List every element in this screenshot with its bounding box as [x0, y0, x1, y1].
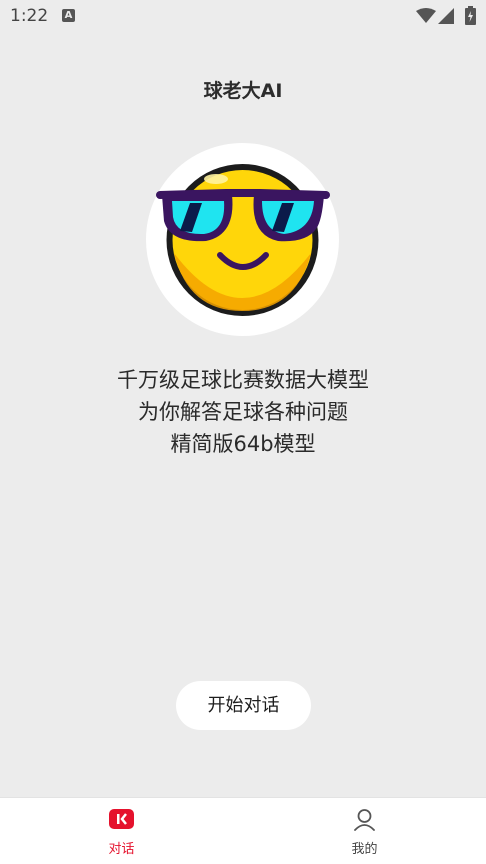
- bottom-edge: [0, 860, 486, 864]
- app-title: 球老大AI: [203, 80, 283, 102]
- app-screen: 1:22 A 球老大AI 千万级足球比赛数据大模型 为你解答足球各种问题 精简版…: [0, 0, 486, 864]
- description: 千万级足球比赛数据大模型 为你解答足球各种问题 精简版64b模型: [0, 364, 486, 460]
- chat-icon: [109, 809, 134, 829]
- tab-chat[interactable]: 对话: [0, 798, 243, 861]
- status-time: 1:22: [10, 6, 49, 26]
- description-line: 为你解答足球各种问题: [138, 400, 348, 424]
- description-line: 精简版64b模型: [170, 432, 316, 456]
- signal-icon: [438, 8, 454, 24]
- start-chat-button[interactable]: 开始对话: [176, 681, 311, 730]
- tab-mine-label: 我的: [351, 842, 378, 857]
- battery-charging-icon: [465, 6, 476, 25]
- tab-mine[interactable]: 我的: [243, 798, 486, 861]
- user-icon: [354, 809, 375, 831]
- bottom-nav: 对话 我的: [0, 797, 486, 860]
- sunglasses-emoji-icon: [156, 164, 330, 316]
- status-bar: 1:22 A: [0, 0, 486, 34]
- description-line: 千万级足球比赛数据大模型: [117, 368, 369, 392]
- wifi-icon: [416, 8, 436, 23]
- a-icon: A: [62, 9, 75, 22]
- tab-chat-label: 对话: [108, 842, 135, 857]
- avatar: [146, 143, 339, 336]
